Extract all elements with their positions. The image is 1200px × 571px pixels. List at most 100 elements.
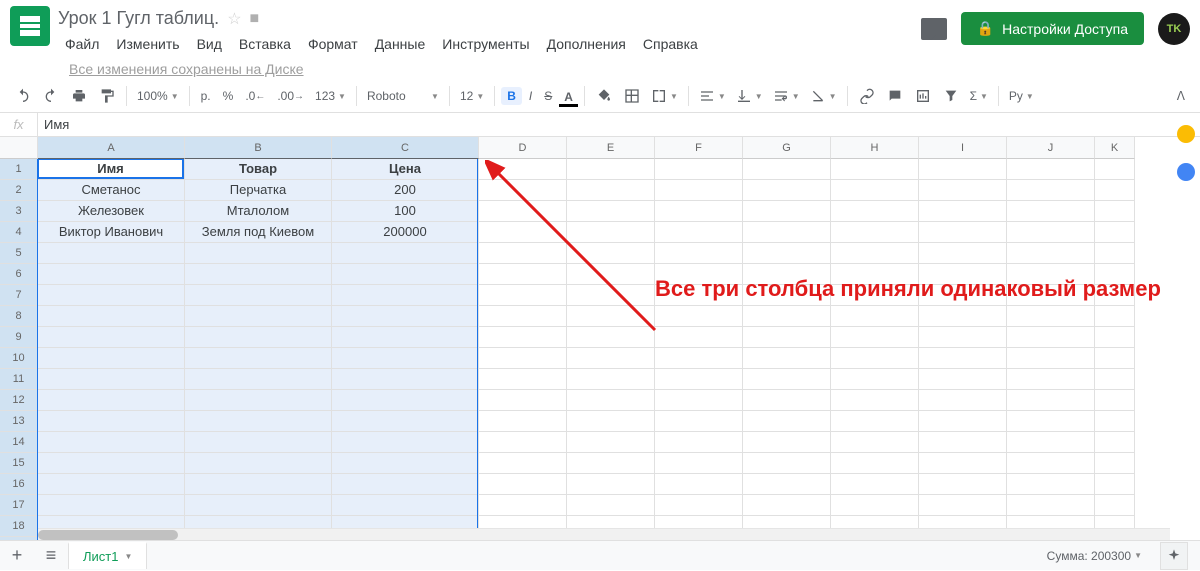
fx-label[interactable]: fx bbox=[0, 113, 38, 136]
cell[interactable] bbox=[831, 180, 919, 201]
cell[interactable] bbox=[185, 306, 332, 327]
cell[interactable] bbox=[831, 306, 919, 327]
cell[interactable] bbox=[743, 432, 831, 453]
cell[interactable] bbox=[743, 495, 831, 516]
cell[interactable] bbox=[1095, 222, 1135, 243]
cell[interactable] bbox=[479, 180, 567, 201]
cell[interactable] bbox=[567, 222, 655, 243]
col-header-H[interactable]: H bbox=[831, 137, 919, 159]
cell[interactable] bbox=[332, 285, 479, 306]
cell[interactable] bbox=[831, 159, 919, 180]
cell[interactable] bbox=[655, 369, 743, 390]
collapse-toolbar-icon[interactable]: ᐱ bbox=[1172, 85, 1190, 107]
cell[interactable] bbox=[567, 306, 655, 327]
menu-edit[interactable]: Изменить bbox=[109, 33, 186, 55]
cell[interactable] bbox=[831, 222, 919, 243]
cell[interactable] bbox=[1095, 348, 1135, 369]
cell[interactable] bbox=[743, 348, 831, 369]
cell[interactable] bbox=[479, 495, 567, 516]
cell[interactable] bbox=[1095, 453, 1135, 474]
cell[interactable] bbox=[1007, 180, 1095, 201]
cell[interactable] bbox=[479, 369, 567, 390]
cell[interactable] bbox=[1095, 327, 1135, 348]
cell[interactable] bbox=[919, 369, 1007, 390]
cell[interactable] bbox=[38, 390, 185, 411]
menu-tools[interactable]: Инструменты bbox=[435, 33, 536, 55]
cell[interactable] bbox=[38, 453, 185, 474]
cell[interactable] bbox=[38, 243, 185, 264]
cell[interactable] bbox=[332, 390, 479, 411]
bold-button[interactable]: B bbox=[501, 87, 522, 105]
row-header[interactable]: 9 bbox=[0, 327, 38, 348]
cell[interactable] bbox=[185, 348, 332, 369]
cell[interactable] bbox=[1007, 495, 1095, 516]
cell[interactable] bbox=[567, 159, 655, 180]
row-header[interactable]: 14 bbox=[0, 432, 38, 453]
row-header[interactable]: 5 bbox=[0, 243, 38, 264]
cell[interactable] bbox=[1007, 159, 1095, 180]
cell[interactable]: Товар bbox=[185, 159, 332, 180]
cell[interactable] bbox=[1007, 369, 1095, 390]
cell[interactable] bbox=[743, 180, 831, 201]
menu-view[interactable]: Вид bbox=[190, 33, 229, 55]
cell[interactable] bbox=[655, 348, 743, 369]
cell[interactable] bbox=[919, 411, 1007, 432]
cell[interactable]: Перчатка bbox=[185, 180, 332, 201]
cell[interactable] bbox=[655, 432, 743, 453]
cell[interactable] bbox=[831, 348, 919, 369]
cell[interactable] bbox=[919, 222, 1007, 243]
share-button[interactable]: 🔒 Настройки Доступа bbox=[961, 12, 1144, 45]
col-header-K[interactable]: K bbox=[1095, 137, 1135, 159]
cell[interactable] bbox=[919, 390, 1007, 411]
paint-format-icon[interactable] bbox=[94, 84, 120, 108]
cell[interactable] bbox=[567, 432, 655, 453]
cell[interactable] bbox=[38, 474, 185, 495]
h-scrollbar-thumb[interactable] bbox=[38, 530, 178, 540]
cell[interactable] bbox=[567, 495, 655, 516]
row-header[interactable]: 13 bbox=[0, 411, 38, 432]
cell[interactable] bbox=[479, 306, 567, 327]
cell[interactable] bbox=[1095, 390, 1135, 411]
cell[interactable]: Железовек bbox=[38, 201, 185, 222]
explore-button[interactable] bbox=[1160, 542, 1188, 570]
h-align-dropdown[interactable]: ▼ bbox=[695, 86, 730, 106]
menu-addons[interactable]: Дополнения bbox=[540, 33, 633, 55]
cell[interactable] bbox=[567, 327, 655, 348]
cell[interactable]: Имя bbox=[38, 159, 185, 180]
cell[interactable] bbox=[919, 180, 1007, 201]
cell[interactable] bbox=[743, 201, 831, 222]
cell[interactable] bbox=[38, 432, 185, 453]
cell[interactable] bbox=[567, 474, 655, 495]
cell[interactable] bbox=[655, 306, 743, 327]
cell[interactable] bbox=[332, 243, 479, 264]
cell[interactable] bbox=[1007, 432, 1095, 453]
cell[interactable] bbox=[567, 264, 655, 285]
cell[interactable] bbox=[1007, 453, 1095, 474]
cell[interactable] bbox=[919, 327, 1007, 348]
cell[interactable] bbox=[919, 201, 1007, 222]
row-header[interactable]: 15 bbox=[0, 453, 38, 474]
cell[interactable]: Виктор Иванович bbox=[38, 222, 185, 243]
row-header[interactable]: 10 bbox=[0, 348, 38, 369]
cell[interactable] bbox=[332, 264, 479, 285]
cell[interactable] bbox=[1007, 201, 1095, 222]
cell[interactable] bbox=[655, 411, 743, 432]
cell[interactable] bbox=[831, 453, 919, 474]
cell[interactable] bbox=[38, 264, 185, 285]
borders-icon[interactable] bbox=[619, 84, 645, 108]
keep-icon[interactable] bbox=[1177, 125, 1195, 143]
cell[interactable] bbox=[479, 243, 567, 264]
row-header[interactable]: 16 bbox=[0, 474, 38, 495]
cell[interactable] bbox=[479, 453, 567, 474]
rotate-dropdown[interactable]: ▼ bbox=[806, 86, 841, 106]
col-header-I[interactable]: I bbox=[919, 137, 1007, 159]
cell[interactable]: 200000 bbox=[332, 222, 479, 243]
cell[interactable] bbox=[479, 432, 567, 453]
cell[interactable] bbox=[743, 243, 831, 264]
save-status[interactable]: Все изменения сохранены на Диске bbox=[62, 58, 311, 80]
cells-container[interactable]: ИмяТоварЦенаСметаносПерчатка200Железовек… bbox=[38, 159, 1135, 552]
cell[interactable] bbox=[831, 243, 919, 264]
cell[interactable] bbox=[743, 327, 831, 348]
star-icon[interactable]: ☆ bbox=[227, 9, 241, 29]
cell[interactable] bbox=[743, 369, 831, 390]
